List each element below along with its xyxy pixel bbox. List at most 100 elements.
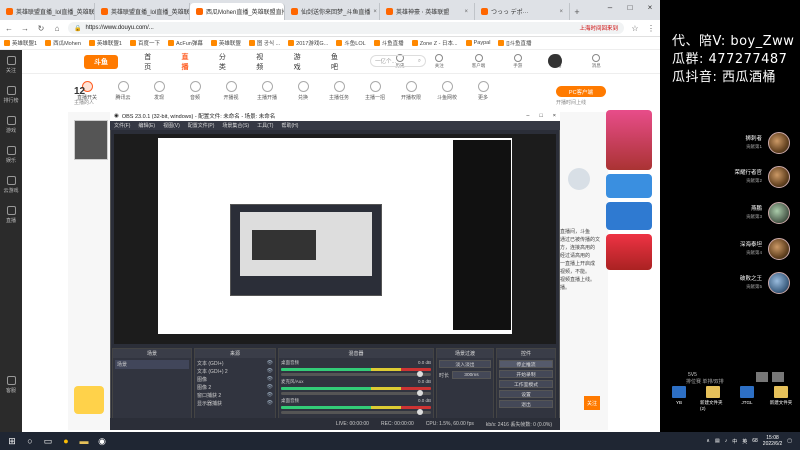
bookmark[interactable]: 图 공식 ... — [248, 39, 280, 47]
maximize-icon[interactable]: □ — [539, 113, 542, 119]
bookmark[interactable]: []斗鱼直播 — [498, 39, 531, 47]
desktop-icon[interactable]: YB — [666, 386, 692, 412]
pc-client-button[interactable]: PC客户端 — [556, 86, 606, 97]
bookmark[interactable]: Paypal — [465, 40, 490, 46]
eye-icon[interactable]: 👁 — [267, 392, 273, 399]
slider-handle[interactable] — [417, 390, 423, 396]
studio-mode-button[interactable]: 工作室模式 — [499, 380, 553, 388]
browser-tab[interactable]: 英雄联盟直播_lol直播_英雄联盟...× — [0, 3, 95, 20]
ime-indicator[interactable]: 中 — [732, 438, 737, 445]
bookmark[interactable]: 2017游戏G... — [288, 39, 328, 47]
game-button[interactable] — [756, 372, 768, 382]
bookmark[interactable]: 英雄联盟 — [210, 39, 241, 47]
promo-card-blue[interactable] — [606, 174, 652, 198]
close-tab-icon[interactable]: × — [559, 9, 563, 15]
search-icon[interactable]: ⌕ — [418, 58, 421, 65]
minimize-icon[interactable]: – — [600, 0, 620, 14]
sidebar-item-game[interactable]: 游戏 — [0, 110, 22, 140]
source-item[interactable]: 显示器捕获 👁 — [197, 400, 273, 407]
close-tab-icon[interactable]: × — [464, 9, 468, 15]
nav-live[interactable]: 直播 — [182, 52, 195, 72]
gift-icon[interactable] — [74, 386, 104, 414]
menu-edit[interactable]: 编辑(E) — [138, 122, 155, 129]
menu-tools[interactable]: 工具(T) — [257, 122, 273, 129]
forward-icon[interactable]: → — [20, 24, 30, 33]
bookmark[interactable]: 斗鱼直播 — [373, 39, 404, 47]
desktop-icon[interactable]: 新建文件夹 — [768, 386, 794, 412]
browser-tab[interactable]: つっっ デポ··· × — [475, 3, 570, 20]
promo-banner[interactable] — [606, 110, 652, 170]
bookmark[interactable]: Zone Z - 日本... — [411, 39, 458, 47]
windows-start-icon[interactable]: ⊞ — [4, 433, 20, 449]
tray-expand-icon[interactable]: ∧ — [706, 438, 710, 444]
category-item[interactable]: 主播任务 — [324, 81, 354, 101]
desktop-icon[interactable]: JTGL — [734, 386, 760, 412]
nav-video[interactable]: 视频 — [256, 52, 269, 72]
source-item[interactable]: 图像 2 👁 — [197, 384, 273, 391]
nav-home[interactable]: 首页 — [144, 52, 157, 72]
desktop-icon[interactable]: 新建文件夹 (2) — [700, 386, 726, 412]
bookmark[interactable]: 西瓜Mohen — [45, 39, 81, 47]
star-icon[interactable]: ☆ — [630, 24, 640, 33]
settings-button[interactable]: 设置 — [499, 390, 553, 398]
bookmark[interactable]: AcFun弹幕 — [167, 39, 203, 47]
category-item[interactable]: 开播权限 — [396, 81, 426, 101]
close-window-icon[interactable]: × — [640, 0, 660, 14]
network-icon[interactable]: ▤ — [715, 438, 720, 444]
browser-tab[interactable]: 仙剑送你来回梦_斗鱼直播 × — [285, 3, 380, 20]
source-item[interactable]: 文本 (GDI+) 👁 — [197, 360, 273, 367]
sidebar-item-live[interactable]: 直播 — [0, 200, 22, 230]
eye-icon[interactable]: 👁 — [267, 376, 273, 383]
new-tab-button[interactable]: + — [570, 3, 584, 20]
home-icon[interactable]: ⌂ — [52, 24, 62, 33]
clock[interactable]: 15:08 2022/6/2 — [763, 435, 782, 447]
category-item[interactable]: 主播一招 — [360, 81, 390, 101]
promo-card-red[interactable] — [606, 234, 652, 270]
chrome-icon[interactable]: ● — [58, 433, 74, 449]
search-icon[interactable]: ○ — [22, 433, 38, 449]
category-item[interactable]: 发现 — [144, 81, 174, 101]
eye-icon[interactable]: 👁 — [267, 384, 273, 391]
volume-slider[interactable] — [281, 409, 431, 415]
address-bar[interactable]: 🔒 https://www.douyu.com/... 上海时间回来到 — [68, 22, 624, 34]
category-item[interactable]: 开播视 — [216, 81, 246, 101]
volume-slider[interactable] — [281, 371, 431, 377]
eye-icon[interactable]: 👁 — [267, 368, 273, 375]
maximize-icon[interactable]: □ — [620, 0, 640, 14]
category-item[interactable]: 更多 — [468, 81, 498, 101]
promo-card-blue[interactable] — [606, 202, 652, 230]
reload-icon[interactable]: ↻ — [36, 24, 46, 33]
close-tab-icon[interactable]: × — [373, 9, 377, 15]
follow-button[interactable]: 关注 — [584, 396, 600, 410]
browser-tab[interactable]: 英雄神豪 ⋅ 英雄联盟 × — [380, 3, 475, 20]
slider-handle[interactable] — [417, 371, 423, 377]
menu-icon[interactable]: ⋮ — [646, 24, 656, 33]
sidebar-item-follow[interactable]: 关注 — [0, 50, 22, 80]
volume-slider[interactable] — [281, 390, 431, 396]
browser-tab-active[interactable]: 西瓜Mohen直播_英雄联盟直播...× — [190, 3, 285, 20]
nav-fishbar[interactable]: 鱼吧 — [331, 52, 344, 72]
source-item[interactable]: 窗口捕获 2 👁 — [197, 392, 273, 399]
game-button[interactable] — [772, 372, 784, 382]
menu-help[interactable]: 帮助(H) — [281, 122, 298, 129]
client-button[interactable]: 客户端 — [471, 54, 486, 69]
bookmark[interactable]: 英雄联盟1 — [88, 39, 122, 47]
menu-profile[interactable]: 配置文件(P) — [188, 122, 215, 129]
source-item[interactable]: 图像 👁 — [197, 376, 273, 383]
exit-button[interactable]: 退出 — [499, 400, 553, 408]
back-icon[interactable]: ← — [4, 24, 14, 33]
mobile-game-button[interactable]: 手游 — [510, 54, 525, 69]
menu-file[interactable]: 文件(F) — [114, 122, 130, 129]
minimize-icon[interactable]: – — [526, 113, 529, 119]
browser-tab[interactable]: 英雄联盟直播_lol直播_英雄联盟× — [95, 3, 190, 20]
douyu-logo[interactable]: 斗鱼 — [84, 55, 118, 69]
streamer-thumbnail[interactable] — [74, 120, 108, 160]
search-input[interactable]: 一亿个... ⌕ — [370, 55, 426, 67]
category-item[interactable]: 主播开播 — [252, 81, 282, 101]
avatar[interactable] — [548, 54, 562, 68]
transition-select[interactable]: 淡入淡出 — [439, 360, 491, 368]
bookmark[interactable]: 百度一下 — [129, 39, 160, 47]
eye-icon[interactable]: 👁 — [267, 360, 273, 367]
sidebar-item-rank[interactable]: 排行榜 — [0, 80, 22, 110]
obs-icon[interactable]: ◉ — [94, 433, 110, 449]
